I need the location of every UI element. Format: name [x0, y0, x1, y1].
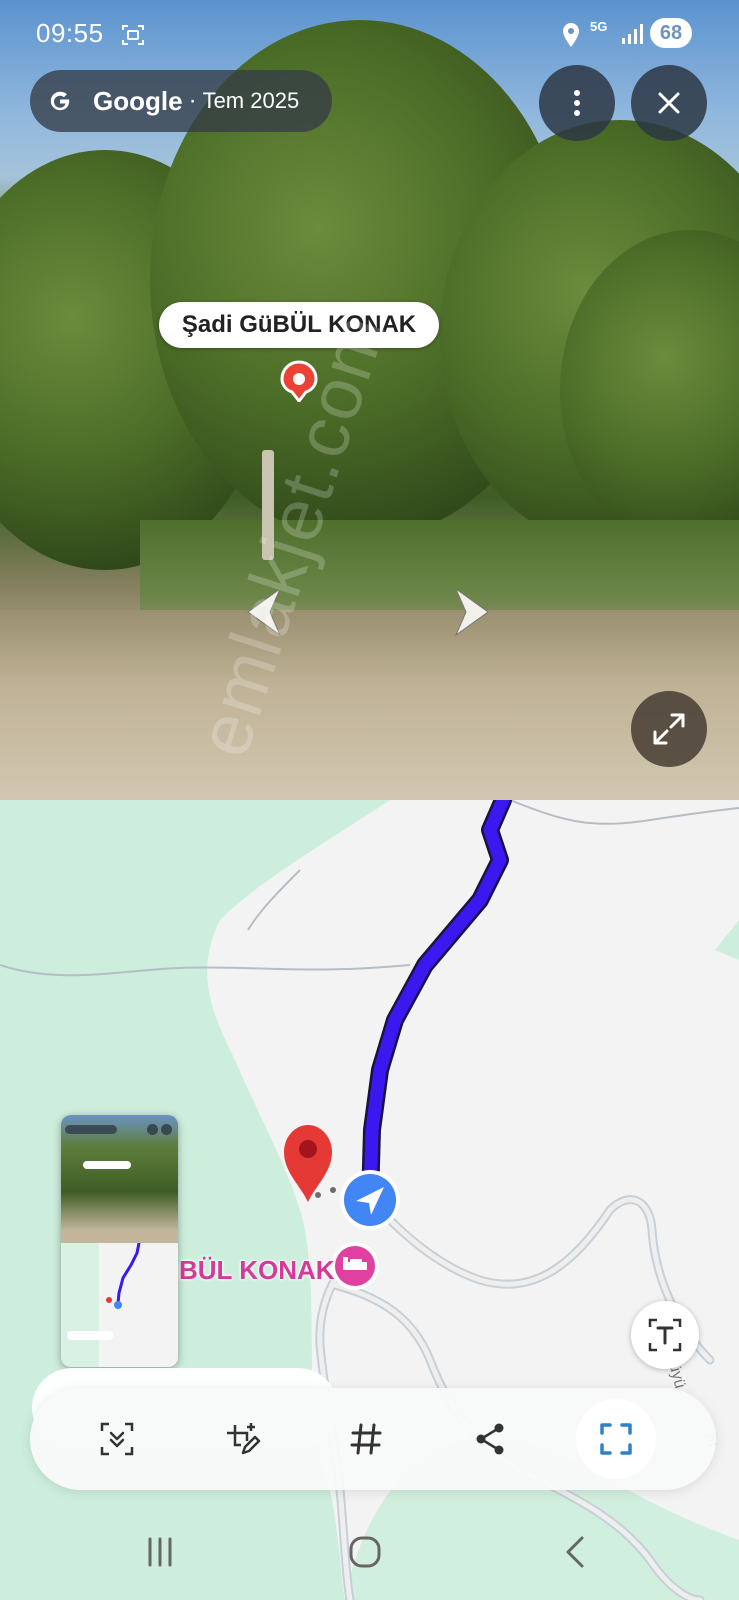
share-button[interactable]: [456, 1405, 524, 1473]
thumbnail-close-button: [161, 1124, 172, 1135]
pan-right-arrow-icon[interactable]: [440, 585, 496, 639]
screenshot-thumbnail[interactable]: [61, 1115, 178, 1367]
tag-button[interactable]: [332, 1405, 400, 1473]
back-button[interactable]: [545, 1522, 605, 1582]
thumbnail-more-button: [147, 1124, 158, 1135]
network-type: 5G: [590, 19, 608, 34]
google-attribution-pill[interactable]: Google · Tem 2025: [30, 70, 332, 132]
hashtag-icon: [350, 1423, 382, 1455]
thumbnail-google-pill: [65, 1125, 117, 1134]
separator-dot: ·: [188, 87, 197, 114]
back-icon: [566, 1536, 584, 1568]
capture-button[interactable]: [576, 1399, 656, 1479]
signal-icon: [622, 24, 643, 44]
smart-select-button[interactable]: [83, 1405, 151, 1473]
crop-edit-button[interactable]: [207, 1405, 275, 1473]
battery-level: 68: [650, 18, 692, 48]
status-bar: 09:55 5G 68: [0, 0, 739, 68]
thumbnail-map: [61, 1243, 178, 1367]
screenshot-icon: [122, 25, 144, 45]
edit-crop-icon: [227, 1423, 261, 1455]
current-location-icon: [340, 1170, 400, 1230]
road: [0, 610, 739, 800]
hotel-poi-icon: [331, 1242, 379, 1290]
recent-apps-icon: [148, 1537, 172, 1567]
location-icon: [563, 23, 579, 47]
text-recognition-icon: [648, 1318, 682, 1352]
poi-label[interactable]: BÜL KONAK: [179, 1255, 335, 1286]
google-brand-label: Google: [93, 85, 183, 116]
thumbnail-map-graphic: [67, 1243, 178, 1367]
close-icon: [658, 92, 680, 114]
capture-icon: [600, 1423, 632, 1455]
more-options-button[interactable]: [539, 65, 615, 141]
expand-icon: [653, 713, 685, 745]
google-g-icon: [50, 91, 70, 111]
recent-apps-button[interactable]: [130, 1522, 190, 1582]
more-vert-icon: [574, 90, 580, 116]
screenshot-toolbar: [30, 1388, 716, 1490]
fullscreen-button[interactable]: [631, 691, 707, 767]
system-navigation-bar: [0, 1522, 739, 1600]
status-time: 09:55: [36, 18, 104, 48]
thumbnail-street-view: [61, 1115, 178, 1243]
share-icon: [476, 1423, 504, 1455]
smart-select-icon: [100, 1422, 134, 1456]
home-button[interactable]: [335, 1522, 395, 1582]
thumbnail-place-label: [83, 1161, 131, 1169]
imagery-date: Tem 2025: [202, 88, 300, 113]
home-icon: [349, 1536, 381, 1568]
text-extract-button[interactable]: [631, 1301, 699, 1369]
close-button[interactable]: [631, 65, 707, 141]
